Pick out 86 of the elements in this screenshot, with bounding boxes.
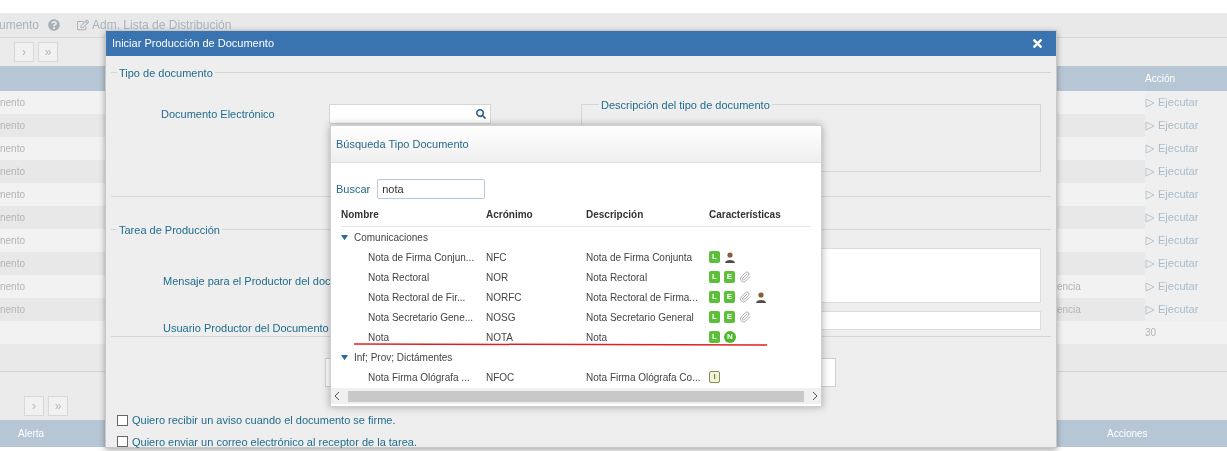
pager-button[interactable]: › [24, 396, 44, 416]
document-icon: L [709, 271, 720, 283]
edit-icon [77, 19, 90, 31]
play-icon [1145, 281, 1155, 292]
breadcrumb-text[interactable]: umento [0, 16, 40, 34]
document-icon: L [709, 311, 720, 323]
execute-link[interactable]: Ejecutar [1145, 298, 1227, 321]
description-cell-text: Nota Rectoral de Firma... [586, 290, 699, 305]
acronym-cell-text: NFOC [486, 370, 516, 385]
pager-button[interactable]: » [48, 396, 68, 416]
document-icon: L [709, 331, 720, 343]
column-header: Características [709, 208, 782, 222]
play-icon [1145, 97, 1155, 108]
scrollbar-thumb[interactable] [348, 390, 804, 402]
document-icon: E [724, 271, 735, 283]
checkbox[interactable] [117, 436, 128, 448]
description-cell-text: Nota Rectoral [586, 270, 649, 285]
horizontal-scrollbar[interactable] [331, 388, 821, 404]
play-icon [1145, 235, 1155, 246]
column-header: Acrónimo [486, 208, 534, 222]
column-header: Nombre [341, 208, 380, 222]
checkbox-label: Quiero enviar un correo electrónico al receptor de la tarea. [132, 434, 417, 450]
document-icon: E [724, 311, 735, 323]
acronym-cell-text: NOR [486, 270, 510, 285]
paperclip-icon [739, 291, 751, 303]
close-icon[interactable] [1031, 37, 1044, 50]
table-cell-text: nento [0, 280, 27, 294]
person-icon [724, 251, 736, 263]
table-cell-text: nento [0, 234, 27, 248]
name-cell[interactable]: Nota Rectoral [341, 269, 486, 285]
play-icon [1145, 120, 1155, 131]
column-header: Descripción [586, 208, 645, 222]
description-cell-text: Nota [586, 330, 609, 345]
pager-button[interactable]: › [14, 42, 34, 62]
acronym-cell-text: NOTA [486, 330, 515, 345]
execute-link[interactable]: Ejecutar [1145, 206, 1227, 229]
play-icon [1145, 143, 1155, 154]
field-label: Usuario Productor del Documento [163, 321, 329, 336]
group-label[interactable]: Comunicaciones [354, 229, 428, 245]
description-cell-text: Nota de Firma Conjunta [586, 250, 694, 265]
description-cell-text: Nota Firma Ológrafa Co... [586, 370, 702, 385]
acronym-cell-text: NFC [486, 250, 508, 265]
checkbox[interactable] [117, 414, 128, 426]
search-label: Buscar [336, 181, 371, 197]
table-cell-text: encia [1057, 280, 1082, 294]
name-cell[interactable]: Nota Firma Ológrafa ... [341, 369, 486, 385]
search-icon[interactable] [476, 109, 486, 119]
table-cell-text: nento [0, 188, 27, 202]
name-cell[interactable]: Nota de Firma Conjun... [341, 249, 486, 265]
document-icon: E [724, 291, 735, 303]
name-cell[interactable]: Nota Rectoral de Fir... [341, 289, 486, 305]
paperclip-icon [739, 271, 751, 283]
scroll-left-icon[interactable] [334, 392, 340, 400]
play-icon [1145, 189, 1155, 200]
search-field[interactable]: nota [377, 179, 486, 199]
distribution-list-link[interactable]: Adm. Lista de Distribución [92, 16, 232, 34]
execute-link[interactable]: Ejecutar [1145, 160, 1227, 183]
field-label: Documento Electrónico [161, 106, 276, 122]
person-icon [755, 291, 767, 303]
dialog-title: Iniciar Producción de Documento [112, 36, 275, 52]
pager-button[interactable]: » [38, 42, 58, 62]
total-count: 30 [1145, 326, 1158, 340]
acronym-cell-text: NOSG [486, 310, 517, 325]
expanded-triangle-icon[interactable] [341, 233, 348, 241]
document-type-field[interactable] [329, 104, 491, 124]
field-label: Mensaje para el Productor del doc [163, 274, 331, 289]
name-cell[interactable]: Nota Secretario Gene... [341, 309, 486, 325]
document-icon: L [709, 251, 720, 263]
popup-title: Búsqueda Tipo Documento [336, 136, 469, 152]
document-icon: L [709, 291, 720, 303]
table-cell-text: nento [0, 142, 27, 156]
expanded-triangle-icon[interactable] [341, 353, 348, 361]
paperclip-icon [739, 311, 751, 323]
document-icon: I [709, 371, 720, 383]
acronym-cell-text: NORFC [486, 290, 523, 305]
execute-link[interactable]: Ejecutar [1145, 114, 1227, 137]
play-icon [1145, 304, 1155, 315]
scroll-right-icon[interactable] [812, 392, 818, 400]
description-cell-text: Nota Secretario General [586, 310, 695, 325]
play-icon [1145, 258, 1155, 269]
execute-link[interactable]: Ejecutar [1145, 252, 1227, 275]
name-cell[interactable]: Nota [341, 329, 486, 345]
table-cell-text: nento [0, 96, 27, 110]
play-icon [1145, 166, 1155, 177]
group-label[interactable]: Inf; Prov; Dictámentes [354, 349, 453, 365]
play-icon [1145, 212, 1155, 223]
